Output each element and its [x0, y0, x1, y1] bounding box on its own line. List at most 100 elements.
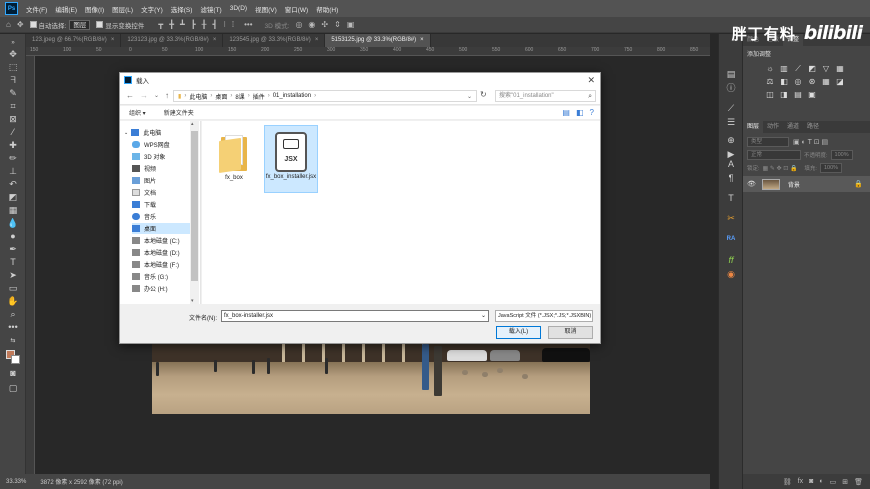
paragraph-icon[interactable]: ¶ — [725, 172, 737, 184]
preview-pane-icon[interactable]: ◧ — [576, 108, 584, 117]
nav-item-drive-g[interactable]: 音乐 (G:) — [132, 271, 168, 282]
align-left-icon[interactable]: ┣ — [191, 20, 196, 29]
distribute-icon[interactable]: ⁝ — [223, 20, 226, 29]
background-color-swatch[interactable] — [11, 355, 20, 364]
brightness-icon[interactable]: ☼ — [765, 64, 775, 73]
3d-slide-icon[interactable]: ⇕ — [334, 20, 341, 29]
menu-select[interactable]: 选择(S) — [167, 4, 197, 14]
black-white-icon[interactable]: ◧ — [779, 77, 789, 86]
glyphs-icon[interactable]: T — [725, 192, 737, 204]
cancel-button[interactable]: 取消 — [548, 326, 593, 339]
3d-rotate-icon[interactable]: ◎ — [295, 20, 302, 29]
nav-item-desktop[interactable]: 桌面 — [132, 223, 190, 234]
shape-tool-icon[interactable]: ▭ — [7, 283, 19, 294]
quick-select-tool-icon[interactable]: ✎ — [7, 88, 19, 99]
brush-tool-icon[interactable]: ✏ — [7, 153, 19, 164]
align-top-icon[interactable]: ┳ — [158, 20, 163, 29]
toolbar-collapse-icon[interactable]: » — [7, 38, 19, 49]
help-icon[interactable]: ? — [590, 108, 594, 117]
align-bottom-icon[interactable]: ┻ — [180, 20, 185, 29]
menu-type[interactable]: 文字(Y) — [137, 4, 167, 14]
lasso-tool-icon[interactable]: ᖷ — [7, 75, 19, 86]
scroll-up-icon[interactable]: ▴ — [191, 121, 194, 127]
document-size[interactable]: 3872 像素 x 2592 像素 (72 ppi) — [40, 477, 122, 486]
info-icon[interactable]: ⓘ — [725, 82, 737, 94]
eyedropper-tool-icon[interactable]: ⁄ — [7, 127, 19, 138]
marquee-tool-icon[interactable]: ⬚ — [7, 62, 19, 73]
new-folder-button[interactable]: 新建文件夹 — [164, 108, 194, 117]
menu-view[interactable]: 视图(V) — [251, 4, 281, 14]
auto-select-dropdown[interactable]: 图层 — [69, 19, 91, 30]
brush-settings-icon[interactable]: ⟋ — [725, 102, 737, 114]
refresh-icon[interactable]: ↻ — [480, 90, 487, 99]
scrollbar-thumb[interactable] — [191, 131, 198, 281]
ff-plugin-icon[interactable]: ff — [725, 254, 737, 266]
fill-input[interactable]: 100% — [819, 163, 842, 173]
breadcrumb[interactable]: 桌面 — [215, 92, 227, 101]
show-transform-checkbox[interactable] — [96, 21, 104, 28]
adjustment-layer-icon[interactable]: ◐ — [819, 478, 823, 485]
doc-tab[interactable]: 123545.jpg @ 33.3%(RGB/8#) × — [223, 34, 326, 47]
ra-plugin-icon[interactable]: RA — [725, 233, 737, 245]
group-icon[interactable]: ▭ — [830, 478, 837, 486]
color-balance-icon[interactable]: ⚖ — [765, 77, 775, 86]
threshold-icon[interactable]: ◨ — [779, 90, 789, 99]
doc-tab[interactable]: 123.jpeg @ 66.7%(RGB/8#) × — [26, 34, 122, 47]
mask-icon[interactable]: ◙ — [809, 478, 813, 485]
layer-filter-dropdown[interactable]: 类型 — [747, 137, 789, 147]
nav-item-drive-h[interactable]: 办公 (H:) — [132, 283, 168, 294]
exposure-icon[interactable]: ◩ — [807, 64, 817, 73]
levels-icon[interactable]: ▥ — [779, 64, 789, 73]
curves-icon[interactable]: ⟋ — [793, 64, 803, 73]
hand-tool-icon[interactable]: ✋ — [7, 296, 19, 307]
clone-source-icon[interactable]: ⊕ — [725, 134, 737, 146]
file-item-folder[interactable]: fx_box — [207, 125, 261, 193]
3d-roll-icon[interactable]: ◉ — [308, 20, 315, 29]
invert-icon[interactable]: ◪ — [835, 77, 845, 86]
screen-mode-icon[interactable]: ▢ — [7, 383, 19, 394]
tools-plugin-icon[interactable]: ✂ — [725, 212, 737, 224]
new-layer-icon[interactable]: ⊞ — [842, 478, 848, 486]
3d-pan-icon[interactable]: ✣ — [321, 20, 328, 29]
search-input[interactable]: 搜索"01_installation" ⌕ — [495, 90, 596, 102]
nav-item-videos[interactable]: 视频 — [132, 163, 156, 174]
close-icon[interactable]: × — [111, 37, 115, 43]
doc-tab-active[interactable]: 5153125.jpg @ 33.3%(RGB/8#) × — [325, 34, 431, 47]
doc-tab[interactable]: 123123.jpg @ 33.3%(RGB/8#) × — [121, 34, 224, 47]
view-options-icon[interactable]: ▤ — [562, 108, 570, 117]
history-brush-tool-icon[interactable]: ↶ — [7, 179, 19, 190]
nav-item-wps-cloud[interactable]: WPS网盘 — [132, 139, 170, 150]
tab-paths[interactable]: 路径 — [803, 121, 823, 133]
menu-window[interactable]: 窗口(W) — [281, 4, 312, 14]
color-lookup-icon[interactable]: ▦ — [821, 77, 831, 86]
vibrance-icon[interactable]: ▽ — [821, 64, 831, 73]
link-icon[interactable]: ⛓ — [783, 478, 792, 486]
stamp-tool-icon[interactable]: ⊥ — [7, 166, 19, 177]
crop-tool-icon[interactable]: ⌗ — [7, 101, 19, 112]
photo-filter-icon[interactable]: ◎ — [793, 77, 803, 86]
nav-item-this-pc[interactable]: ⌄ 此电脑 — [124, 127, 161, 138]
nav-item-downloads[interactable]: 下载 — [132, 199, 156, 210]
more-options-icon[interactable]: ••• — [244, 20, 252, 29]
address-bar[interactable]: ▮ › 此电脑 › 桌面 › 8课 › 插件 › 01_installation › ⌄ — [173, 90, 477, 102]
close-icon[interactable]: × — [213, 37, 217, 43]
selective-color-icon[interactable]: ▣ — [807, 90, 817, 99]
nav-item-drive-f[interactable]: 本地磁盘 (F:) — [132, 259, 179, 270]
dodge-tool-icon[interactable]: ● — [7, 231, 19, 242]
breadcrumb[interactable]: 01_installation — [273, 93, 311, 99]
nav-item-drive-d[interactable]: 本地磁盘 (D:) — [132, 247, 180, 258]
forward-arrow-icon[interactable]: → — [140, 91, 148, 100]
lock-icons[interactable]: ▦ ✎ ✥ ⊡ 🔒 — [763, 165, 798, 172]
posterize-icon[interactable]: ◫ — [765, 90, 775, 99]
nav-item-documents[interactable]: 文档 — [132, 187, 156, 198]
chevron-down-icon[interactable]: ⌄ — [124, 130, 128, 136]
tab-channels[interactable]: 通道 — [783, 121, 803, 133]
pen-tool-icon[interactable]: ✒ — [7, 244, 19, 255]
align-vcenter-icon[interactable]: ╋ — [169, 20, 174, 29]
type-tool-icon[interactable]: T — [7, 257, 19, 268]
menu-layer[interactable]: 图层(L) — [108, 4, 137, 14]
organize-button[interactable]: 组织 ▾ — [129, 108, 146, 117]
opacity-input[interactable]: 100% — [830, 150, 853, 160]
back-arrow-icon[interactable]: ← — [126, 91, 134, 100]
close-icon[interactable]: × — [315, 37, 319, 43]
